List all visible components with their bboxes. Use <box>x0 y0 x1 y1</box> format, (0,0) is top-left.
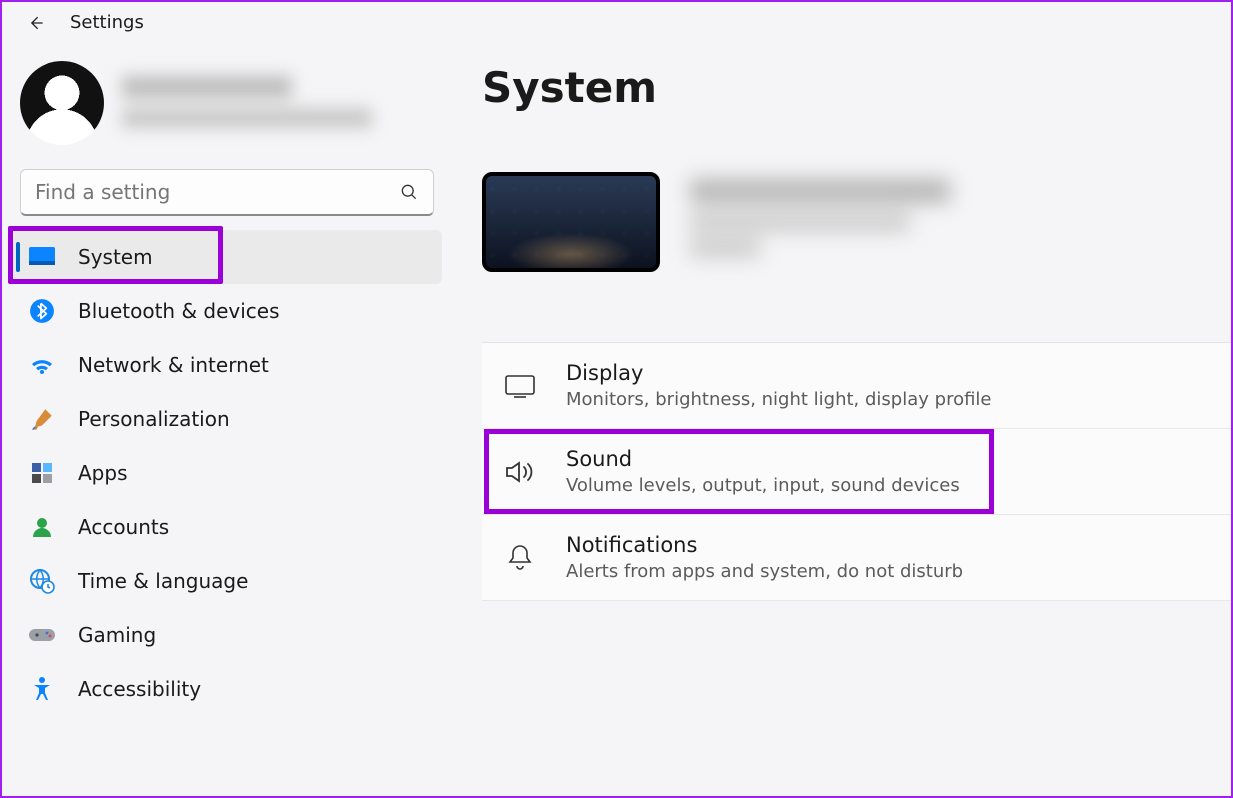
sidebar-item-bluetooth[interactable]: Bluetooth & devices <box>12 284 442 338</box>
sidebar-item-label: Apps <box>78 461 128 485</box>
back-button[interactable] <box>26 13 46 33</box>
setting-title: Display <box>566 361 992 385</box>
page-title: System <box>482 63 1231 112</box>
setting-title: Notifications <box>566 533 963 557</box>
brush-icon <box>28 405 56 433</box>
monitor-icon <box>502 373 538 399</box>
settings-list: Display Monitors, brightness, night ligh… <box>482 342 1231 601</box>
sidebar-nav: System Bluetooth & devices Network & int… <box>12 230 442 716</box>
sidebar-item-gaming[interactable]: Gaming <box>12 608 442 662</box>
setting-subtitle: Alerts from apps and system, do not dist… <box>566 561 963 582</box>
search-icon <box>399 182 419 202</box>
sidebar-item-time-language[interactable]: Time & language <box>12 554 442 608</box>
gamepad-icon <box>28 621 56 649</box>
display-icon <box>28 243 56 271</box>
account-block[interactable] <box>12 53 442 169</box>
device-name-redacted <box>690 177 990 267</box>
setting-title: Sound <box>566 447 960 471</box>
sidebar: System Bluetooth & devices Network & int… <box>2 43 452 716</box>
main-content: System Display Monitors, brightness, nig… <box>452 43 1231 716</box>
sidebar-item-accounts[interactable]: Accounts <box>12 500 442 554</box>
sidebar-item-label: Gaming <box>78 623 156 647</box>
sidebar-item-network[interactable]: Network & internet <box>12 338 442 392</box>
person-icon <box>28 513 56 541</box>
sidebar-item-accessibility[interactable]: Accessibility <box>12 662 442 716</box>
apps-icon <box>28 459 56 487</box>
wifi-icon <box>28 351 56 379</box>
bluetooth-icon <box>28 297 56 325</box>
setting-item-sound[interactable]: Sound Volume levels, output, input, soun… <box>482 429 1231 515</box>
device-summary[interactable] <box>482 172 1231 272</box>
speaker-icon <box>502 458 538 486</box>
sidebar-item-label: Personalization <box>78 407 230 431</box>
sidebar-item-personalization[interactable]: Personalization <box>12 392 442 446</box>
setting-subtitle: Monitors, brightness, night light, displ… <box>566 389 992 410</box>
sidebar-item-system[interactable]: System <box>12 230 442 284</box>
search-input[interactable] <box>35 180 399 204</box>
account-name-redacted <box>122 70 392 136</box>
bell-icon <box>502 543 538 573</box>
sidebar-item-apps[interactable]: Apps <box>12 446 442 500</box>
sidebar-item-label: Bluetooth & devices <box>78 299 280 323</box>
sidebar-item-label: Network & internet <box>78 353 269 377</box>
setting-item-display[interactable]: Display Monitors, brightness, night ligh… <box>482 343 1231 429</box>
avatar <box>20 61 104 145</box>
setting-item-notifications[interactable]: Notifications Alerts from apps and syste… <box>482 515 1231 601</box>
sidebar-item-label: System <box>78 245 153 269</box>
accessibility-icon <box>28 675 56 703</box>
setting-subtitle: Volume levels, output, input, sound devi… <box>566 475 960 496</box>
sidebar-item-label: Accessibility <box>78 677 201 701</box>
search-input-wrapper[interactable] <box>20 169 434 216</box>
app-title: Settings <box>70 12 144 33</box>
device-wallpaper-thumb <box>482 172 660 272</box>
globe-clock-icon <box>28 567 56 595</box>
sidebar-item-label: Accounts <box>78 515 169 539</box>
sidebar-item-label: Time & language <box>78 569 248 593</box>
